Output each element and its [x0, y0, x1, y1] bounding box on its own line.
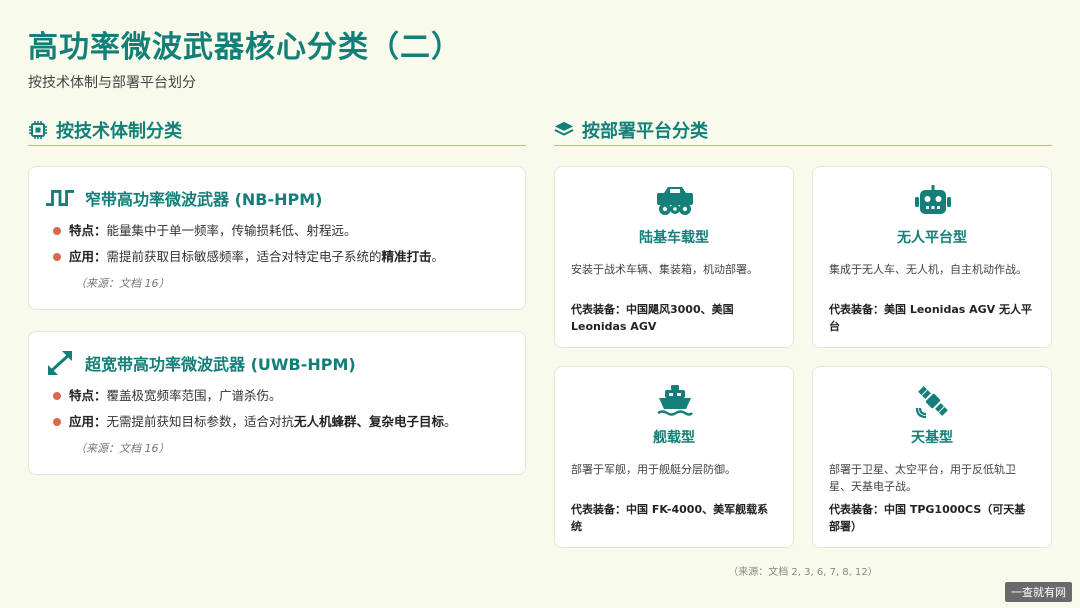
rep-label: 代表装备：: [829, 503, 884, 516]
bullet-dot: [53, 418, 61, 426]
platform-card-ground: 陆基车载型 安装于战术车辆、集装箱，机动部署。 代表装备：中国飓风3000、美国…: [554, 166, 794, 348]
feature-label: 特点：: [69, 223, 107, 238]
rep-label: 代表装备：: [571, 303, 626, 316]
tech-card-nb-hpm: 窄带高功率微波武器 (NB-HPM) 特点：能量集中于单一频率，传输损耗低、射程…: [28, 166, 526, 310]
platform-description: 部署于卫星、太空平台，用于反低轨卫星、天基电子战。: [829, 463, 1016, 493]
expand-arrows-icon: [45, 350, 75, 376]
platform-title: 天基型: [911, 430, 953, 446]
representative-equipment: 代表装备：中国 FK-4000、美军舰载系统: [571, 501, 777, 535]
page-subtitle: 按技术体制与部署平台划分: [28, 75, 196, 91]
section-header-tech: 按技术体制分类: [28, 114, 526, 146]
representative-equipment: 代表装备：美国 Leonidas AGV 无人平台: [829, 301, 1035, 335]
page-title: 高功率微波武器核心分类（二）: [28, 30, 462, 65]
platform-source-note: （来源：文档 2, 3, 6, 7, 8, 12）: [728, 567, 878, 578]
platform-card-ship: 舰载型 部署于军舰，用于舰艇分层防御。 代表装备：中国 FK-4000、美军舰载…: [554, 366, 794, 548]
section-title-tech: 按技术体制分类: [56, 120, 182, 142]
platform-card-unmanned: 无人平台型 集成于无人车、无人机，自主机动作战。 代表装备：美国 Leonida…: [812, 166, 1052, 348]
feature-bullet: 特点：覆盖极宽频率范围，广谱杀伤。: [53, 388, 509, 404]
application-label: 应用：: [69, 249, 107, 264]
platform-card-space: 天基型 部署于卫星、太空平台，用于反低轨卫星、天基电子战。 代表装备：中国 TP…: [812, 366, 1052, 548]
feature-text: 覆盖极宽频率范围，广谱杀伤。: [106, 388, 282, 403]
ship-icon: [555, 381, 795, 421]
platform-description: 安装于战术车辆、集装箱，机动部署。: [571, 263, 758, 276]
tech-card-title: 窄带高功率微波武器 (NB-HPM): [85, 190, 323, 209]
satellite-icon: [813, 381, 1053, 421]
square-wave-icon: [45, 185, 75, 211]
bullet-dot: [53, 392, 61, 400]
platform-title: 无人平台型: [897, 230, 967, 246]
source-note: （来源：文档 16）: [75, 277, 170, 290]
section-header-platform: 按部署平台分类: [554, 114, 1052, 146]
source-note: （来源：文档 16）: [75, 442, 170, 455]
application-bullet: 应用：需提前获取目标敏感频率，适合对特定电子系统的精准打击。: [53, 249, 509, 265]
application-text: 无需提前获知目标参数，适合对抗: [106, 414, 295, 429]
feature-bullet: 特点：能量集中于单一频率，传输损耗低、射程远。: [53, 223, 509, 239]
truck-icon: [555, 181, 795, 221]
section-title-platform: 按部署平台分类: [582, 120, 708, 142]
representative-equipment: 代表装备：中国飓风3000、美国 Leonidas AGV: [571, 301, 777, 335]
feature-text: 能量集中于单一频率，传输损耗低、射程远。: [106, 223, 357, 238]
platform-description: 集成于无人车、无人机，自主机动作战。: [829, 263, 1027, 276]
chip-icon: [28, 120, 48, 140]
bullet-dot: [53, 253, 61, 261]
application-text-end: 。: [444, 414, 457, 429]
watermark: 一查就有网: [1005, 582, 1072, 602]
tech-card-uwb-hpm: 超宽带高功率微波武器 (UWB-HPM) 特点：覆盖极宽频率范围，广谱杀伤。 应…: [28, 331, 526, 475]
application-highlight: 无人机蜂群、复杂电子目标: [294, 414, 445, 429]
feature-label: 特点：: [69, 388, 107, 403]
representative-equipment: 代表装备：中国 TPG1000CS（可天基部署）: [829, 501, 1035, 535]
robot-icon: [813, 181, 1053, 221]
bullet-dot: [53, 227, 61, 235]
layers-icon: [554, 120, 574, 140]
platform-title: 舰载型: [653, 430, 695, 446]
application-label: 应用：: [69, 414, 107, 429]
platform-description: 部署于军舰，用于舰艇分层防御。: [571, 463, 736, 476]
platform-title: 陆基车载型: [639, 230, 709, 246]
tech-card-title: 超宽带高功率微波武器 (UWB-HPM): [85, 355, 356, 374]
application-highlight: 精准打击: [381, 249, 432, 264]
rep-label: 代表装备：: [829, 303, 884, 316]
application-text: 需提前获取目标敏感频率，适合对特定电子系统的: [106, 249, 382, 264]
application-bullet: 应用：无需提前获知目标参数，适合对抗无人机蜂群、复杂电子目标。: [53, 414, 509, 430]
application-text-end: 。: [431, 249, 445, 264]
rep-label: 代表装备：: [571, 503, 626, 516]
